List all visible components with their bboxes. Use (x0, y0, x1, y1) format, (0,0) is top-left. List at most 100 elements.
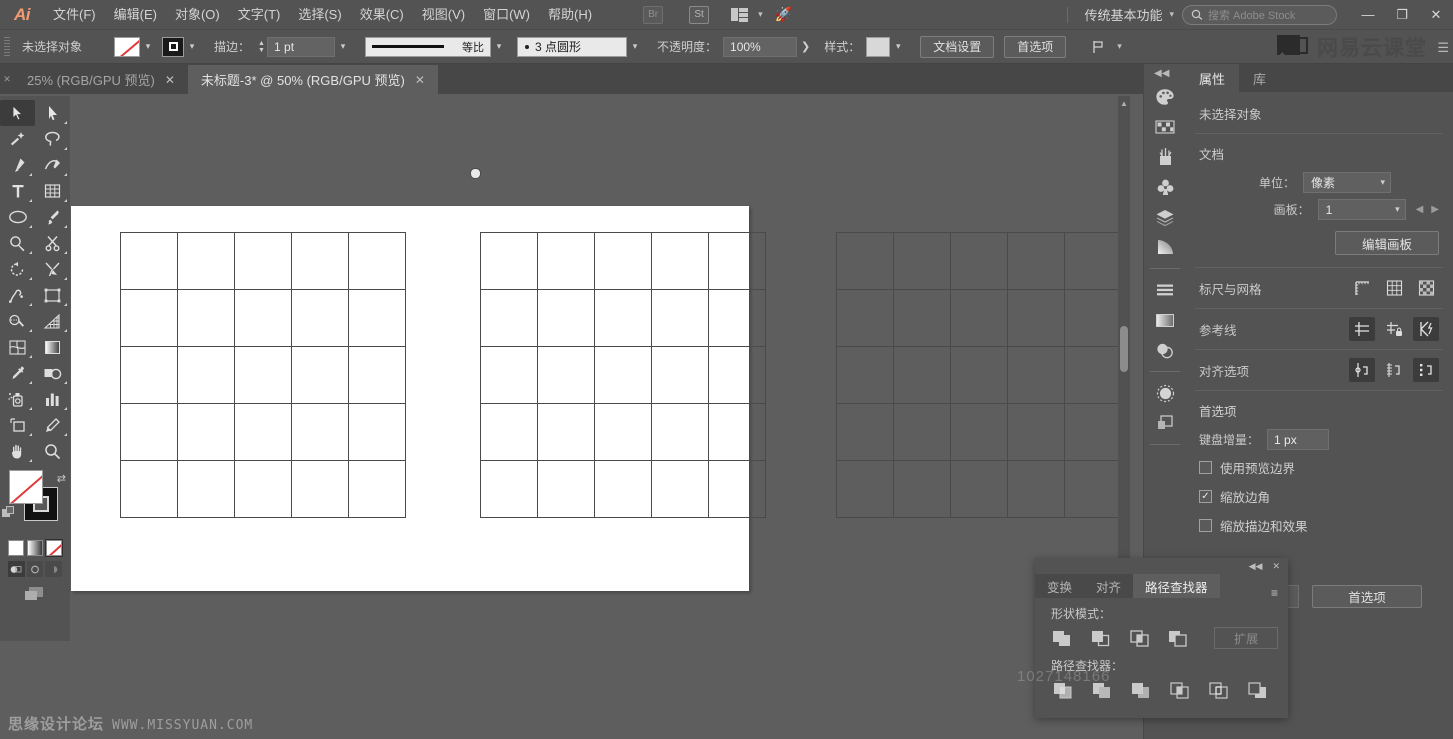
keyboard-increment-input[interactable]: 1 px (1267, 429, 1329, 450)
checkbox-box-1[interactable] (1199, 461, 1212, 474)
close-button[interactable]: ✕ (1419, 0, 1453, 30)
crop-icon[interactable] (1162, 678, 1196, 702)
gradient-tool[interactable] (35, 334, 70, 360)
unite-icon[interactable] (1045, 626, 1078, 650)
lasso-tool[interactable] (35, 126, 70, 152)
align-chevron-down-icon[interactable]: ▾ (1117, 41, 1122, 52)
artboard-select[interactable]: 1 ▾ (1318, 199, 1406, 220)
preferences-button[interactable]: 首选项 (1004, 36, 1066, 58)
pathfinder-close-icon[interactable]: ✕ (1272, 561, 1280, 572)
snap-to-point-icon[interactable] (1349, 358, 1375, 382)
grid-middle[interactable] (480, 232, 766, 518)
scissors-tool[interactable] (35, 230, 70, 256)
show-guides-icon[interactable] (1349, 317, 1375, 341)
exclude-icon[interactable] (1161, 626, 1194, 650)
width-tool[interactable] (35, 256, 70, 282)
width-profile-chevron-down-icon[interactable]: ▾ (491, 37, 507, 57)
symbol-sprayer-tool[interactable] (0, 386, 35, 412)
shaper-tool[interactable] (0, 230, 35, 256)
grid-icon[interactable] (1381, 276, 1407, 300)
unit-select[interactable]: 像素 ▾ (1303, 172, 1391, 193)
fill-chevron-down-icon[interactable]: ▾ (140, 37, 156, 57)
document-tab-2[interactable]: 未标题-3* @ 50% (RGB/GPU 预览) ✕ (188, 65, 438, 94)
brush-definition[interactable]: 3 点圆形 (517, 37, 627, 57)
stroke-weight-stepper[interactable]: ▲▼ (256, 37, 267, 57)
arrange-documents-icon[interactable] (725, 4, 753, 26)
document-tab-1[interactable]: 25% (RGB/GPU 预览) ✕ (14, 65, 188, 94)
mesh-tool[interactable] (0, 334, 35, 360)
hidden-preferences-button[interactable]: 首选项 (1312, 585, 1422, 608)
fill-swatch[interactable] (114, 37, 140, 57)
appearance-panel-icon[interactable] (1144, 305, 1186, 335)
pathfinder-panel-header[interactable]: ◀◀ ✕ (1035, 558, 1288, 574)
minimize-button[interactable]: — (1351, 0, 1385, 30)
stroke-weight-input[interactable]: 1 pt (267, 37, 335, 57)
draw-behind-button[interactable] (27, 561, 44, 577)
color-panel-icon[interactable] (1144, 82, 1186, 112)
brushes-panel-icon[interactable] (1144, 142, 1186, 172)
stock-button[interactable]: St (685, 4, 713, 26)
rocket-icon[interactable]: 🚀 (775, 6, 792, 23)
dock-collapse-icon[interactable]: ◀◀ (1154, 68, 1169, 79)
edit-artboard-button[interactable]: 编辑画板 (1335, 231, 1439, 255)
column-graph-tool[interactable] (35, 386, 70, 412)
menu-object[interactable]: 对象(O) (166, 0, 229, 30)
layers-panel-icon[interactable] (1144, 202, 1186, 232)
tab-bar-grip[interactable]: ✕ (0, 64, 14, 94)
align-to-selection-icon[interactable] (1084, 36, 1112, 58)
snap-to-grid-icon[interactable] (1381, 358, 1407, 382)
tab-libraries[interactable]: 库 (1239, 64, 1280, 92)
checkbox-scale-strokes-effects[interactable]: 缩放描边和效果 (1185, 511, 1453, 540)
minus-front-icon[interactable] (1084, 626, 1117, 650)
toolbar-fill-swatch[interactable] (9, 470, 43, 504)
puppet-warp-tool[interactable] (0, 282, 35, 308)
graphic-style-swatch[interactable] (866, 37, 890, 57)
gradient-swatch-button[interactable] (27, 540, 43, 556)
type-tool[interactable] (0, 178, 35, 204)
scroll-up-icon[interactable]: ▲ (1120, 99, 1128, 108)
intersect-icon[interactable] (1123, 626, 1156, 650)
slice-tool[interactable] (35, 412, 70, 438)
menu-edit[interactable]: 编辑(E) (105, 0, 166, 30)
rotate-tool[interactable] (0, 256, 35, 282)
menu-type[interactable]: 文字(T) (229, 0, 290, 30)
transparency-grid-icon[interactable] (1413, 276, 1439, 300)
pen-tool[interactable] (0, 152, 35, 178)
transparency-panel-icon[interactable] (1144, 335, 1186, 365)
free-transform-tool[interactable] (35, 282, 70, 308)
artboard-tool[interactable] (0, 412, 35, 438)
style-chevron-down-icon[interactable]: ▾ (890, 37, 906, 57)
pathfinder-collapse-icon[interactable]: ◀◀ (1249, 561, 1263, 572)
document-tab-2-close-icon[interactable]: ✕ (415, 73, 425, 87)
scrollbar-thumb[interactable] (1120, 326, 1128, 372)
column-graph-grid-tool[interactable] (35, 178, 70, 204)
draw-inside-button[interactable] (45, 561, 62, 577)
gradient-panel-icon[interactable] (1144, 232, 1186, 262)
merge-icon[interactable] (1123, 678, 1157, 702)
snap-to-pixel-icon[interactable] (1413, 358, 1439, 382)
stroke-weight-chevron-down-icon[interactable]: ▾ (335, 37, 351, 57)
tab-pathfinder[interactable]: 路径查找器 (1133, 574, 1220, 598)
hand-tool[interactable] (0, 438, 35, 464)
curvature-tool[interactable] (35, 152, 70, 178)
stroke-panel-icon[interactable] (1144, 378, 1186, 408)
brush-chevron-down-icon[interactable]: ▾ (627, 37, 643, 57)
stroke-swatch[interactable] (162, 37, 184, 57)
shape-builder-tool[interactable] (0, 308, 35, 334)
maximize-button[interactable]: ❐ (1385, 0, 1419, 30)
stroke-chevron-down-icon[interactable]: ▾ (184, 37, 200, 57)
stock-search-input[interactable]: 搜索 Adobe Stock (1182, 5, 1337, 25)
default-fill-stroke-icon[interactable] (2, 506, 15, 519)
pathfinder-panel-icon[interactable] (1144, 408, 1186, 438)
minus-back-icon[interactable] (1240, 678, 1274, 702)
checkbox-use-preview-bounds[interactable]: 使用预览边界 (1185, 453, 1453, 482)
perspective-grid-tool[interactable] (35, 308, 70, 334)
expand-button[interactable]: 扩展 (1214, 627, 1278, 649)
lock-guides-icon[interactable] (1381, 317, 1407, 341)
tab-properties[interactable]: 属性 (1185, 64, 1239, 92)
variable-width-profile[interactable]: 等比 (365, 37, 491, 57)
control-bar-overflow-icon[interactable]: ☰ (1437, 40, 1449, 56)
bridge-button[interactable]: Br (639, 4, 667, 26)
artboard-next-icon[interactable]: ▶ (1431, 204, 1439, 215)
artboard-prev-icon[interactable]: ◀ (1416, 204, 1424, 215)
